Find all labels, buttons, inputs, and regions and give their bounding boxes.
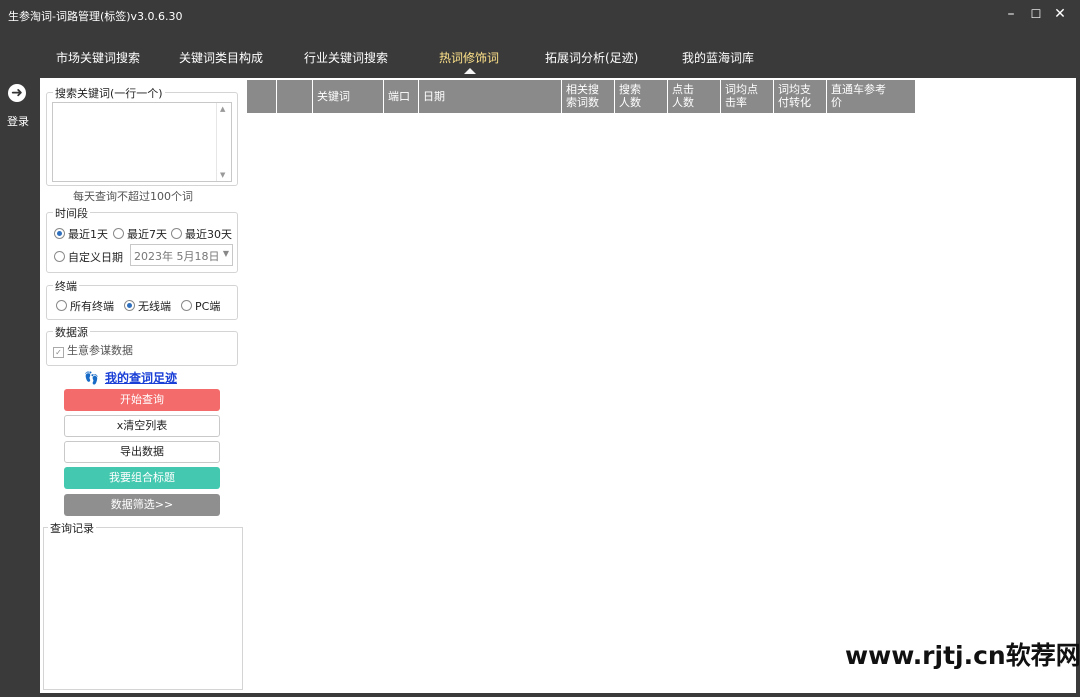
column-header-text: 词均支 付转化 — [778, 83, 811, 109]
check-icon: ✓ — [53, 347, 64, 358]
column-header-searchers[interactable]: 搜索 人数 — [615, 80, 668, 113]
radio-dot — [181, 300, 192, 311]
radio-dot — [171, 228, 182, 239]
terminal-legend: 终端 — [53, 278, 79, 294]
tab-industry-keyword-search[interactable]: 行业关键词搜索 — [304, 49, 388, 66]
main-tab-bar: 市场关键词搜索 关键词类目构成 行业关键词搜索 热词修饰词 拓展词分析(足迹) … — [0, 30, 1080, 78]
radio-last-1-day[interactable]: 最近1天 — [54, 226, 108, 242]
history-link-label[interactable]: 我的查词足迹 — [105, 371, 177, 385]
column-header-port[interactable]: 端口 — [384, 80, 419, 113]
title-bar: 生参淘词-词路管理(标签)v3.0.6.30 – ☐ ✕ — [0, 0, 1080, 30]
site-watermark: www.rjtj.cn软荐网 — [845, 641, 1080, 670]
column-header-clickers[interactable]: 点击 人数 — [668, 80, 721, 113]
arrow-right-circle-icon[interactable]: ➜ — [8, 84, 26, 102]
column-header-avg-conversion[interactable]: 词均支 付转化 — [774, 80, 827, 113]
column-header-text: 关键词 — [317, 90, 350, 103]
radio-dot — [54, 251, 65, 262]
radio-all-terminals[interactable]: 所有终端 — [56, 298, 114, 314]
radio-last-7-days[interactable]: 最近7天 — [113, 226, 167, 242]
radio-wireless[interactable]: 无线端 — [124, 298, 171, 314]
scroll-up-icon[interactable]: ▲ — [220, 105, 225, 113]
radio-label: 所有终端 — [70, 300, 114, 313]
clear-list-button[interactable]: x清空列表 — [64, 415, 220, 437]
close-icon[interactable]: ✕ — [1051, 6, 1069, 22]
column-header-text: 直通车参考 价 — [831, 83, 886, 109]
keywords-textarea[interactable]: ▲ ▼ — [52, 102, 232, 182]
column-header-date[interactable]: 日期 — [419, 80, 562, 113]
column-header-text: 点击 人数 — [672, 83, 694, 109]
radio-label: 最近1天 — [68, 228, 108, 241]
column-header-text: 搜索 人数 — [619, 83, 641, 109]
radio-dot — [56, 300, 67, 311]
chevron-down-icon[interactable]: ▼ — [223, 249, 229, 258]
export-data-button[interactable]: 导出数据 — [64, 441, 220, 463]
data-filter-button[interactable]: 数据筛选>> — [64, 494, 220, 516]
textarea-scrollbar[interactable]: ▲ ▼ — [216, 103, 231, 181]
maximize-icon[interactable]: ☐ — [1027, 7, 1045, 21]
scroll-down-icon[interactable]: ▼ — [220, 171, 225, 179]
radio-label: 最近7天 — [127, 228, 167, 241]
radio-label: 无线端 — [138, 300, 171, 313]
column-header-text: 端口 — [388, 90, 410, 103]
column-header-select[interactable] — [277, 80, 313, 113]
date-value: 2023年 5月18日 — [134, 250, 220, 263]
radio-label: PC端 — [195, 300, 221, 313]
login-button[interactable]: 登录 — [7, 113, 29, 129]
radio-label: 自定义日期 — [68, 251, 123, 264]
tab-hot-modifier-words[interactable]: 热词修饰词 — [439, 49, 499, 66]
radio-label: 最近30天 — [185, 228, 232, 241]
window-title: 生参淘词-词路管理(标签)v3.0.6.30 — [8, 10, 183, 23]
query-log-legend: 查询记录 — [48, 520, 96, 536]
left-rail — [0, 78, 38, 697]
tab-expansion-analysis[interactable]: 拓展词分析(足迹) — [545, 49, 638, 66]
radio-dot — [124, 300, 135, 311]
column-header-avg-ctr[interactable]: 词均点 击率 — [721, 80, 774, 113]
tab-keyword-category[interactable]: 关键词类目构成 — [179, 49, 263, 66]
column-header-ztc-price[interactable]: 直通车参考 价 — [827, 80, 915, 113]
tab-my-blue-ocean-library[interactable]: 我的蓝海词库 — [682, 49, 754, 66]
results-table-header: 关键词 端口 日期 相关搜 索词数 搜索 人数 点击 人数 词均点 击率 词均支… — [247, 80, 915, 113]
active-tab-indicator — [464, 68, 476, 74]
column-header-text: 相关搜 索词数 — [566, 83, 599, 109]
column-header-related-search-words[interactable]: 相关搜 索词数 — [562, 80, 615, 113]
column-header-text: 词均点 击率 — [725, 83, 758, 109]
checkbox-label: 生意参谋数据 — [67, 344, 133, 357]
radio-dot — [54, 228, 65, 239]
footprint-icon: 👣 — [84, 371, 99, 385]
data-source-legend: 数据源 — [53, 324, 90, 340]
radio-dot — [113, 228, 124, 239]
minimize-icon[interactable]: – — [1002, 6, 1020, 22]
search-keywords-legend: 搜索关键词(一行一个) — [53, 85, 165, 101]
column-header-index[interactable] — [247, 80, 277, 113]
radio-custom-date[interactable]: 自定义日期 — [54, 249, 123, 265]
start-query-button[interactable]: 开始查询 — [64, 389, 220, 411]
combine-title-button[interactable]: 我要组合标题 — [64, 467, 220, 489]
query-log-panel: 查询记录 — [43, 520, 243, 690]
radio-last-30-days[interactable]: 最近30天 — [171, 226, 232, 242]
radio-pc[interactable]: PC端 — [181, 298, 220, 314]
date-picker[interactable]: 2023年 5月18日 ▼ — [130, 244, 233, 266]
query-history-link[interactable]: 👣 我的查词足迹 — [84, 369, 177, 386]
column-header-text: 日期 — [423, 90, 445, 103]
column-header-keyword[interactable]: 关键词 — [313, 80, 384, 113]
time-period-legend: 时间段 — [53, 205, 90, 221]
tab-market-keyword-search[interactable]: 市场关键词搜索 — [56, 49, 140, 66]
query-limit-hint: 每天查询不超过100个词 — [73, 190, 193, 203]
business-advisor-checkbox[interactable]: ✓ 生意参谋数据 — [53, 342, 133, 358]
